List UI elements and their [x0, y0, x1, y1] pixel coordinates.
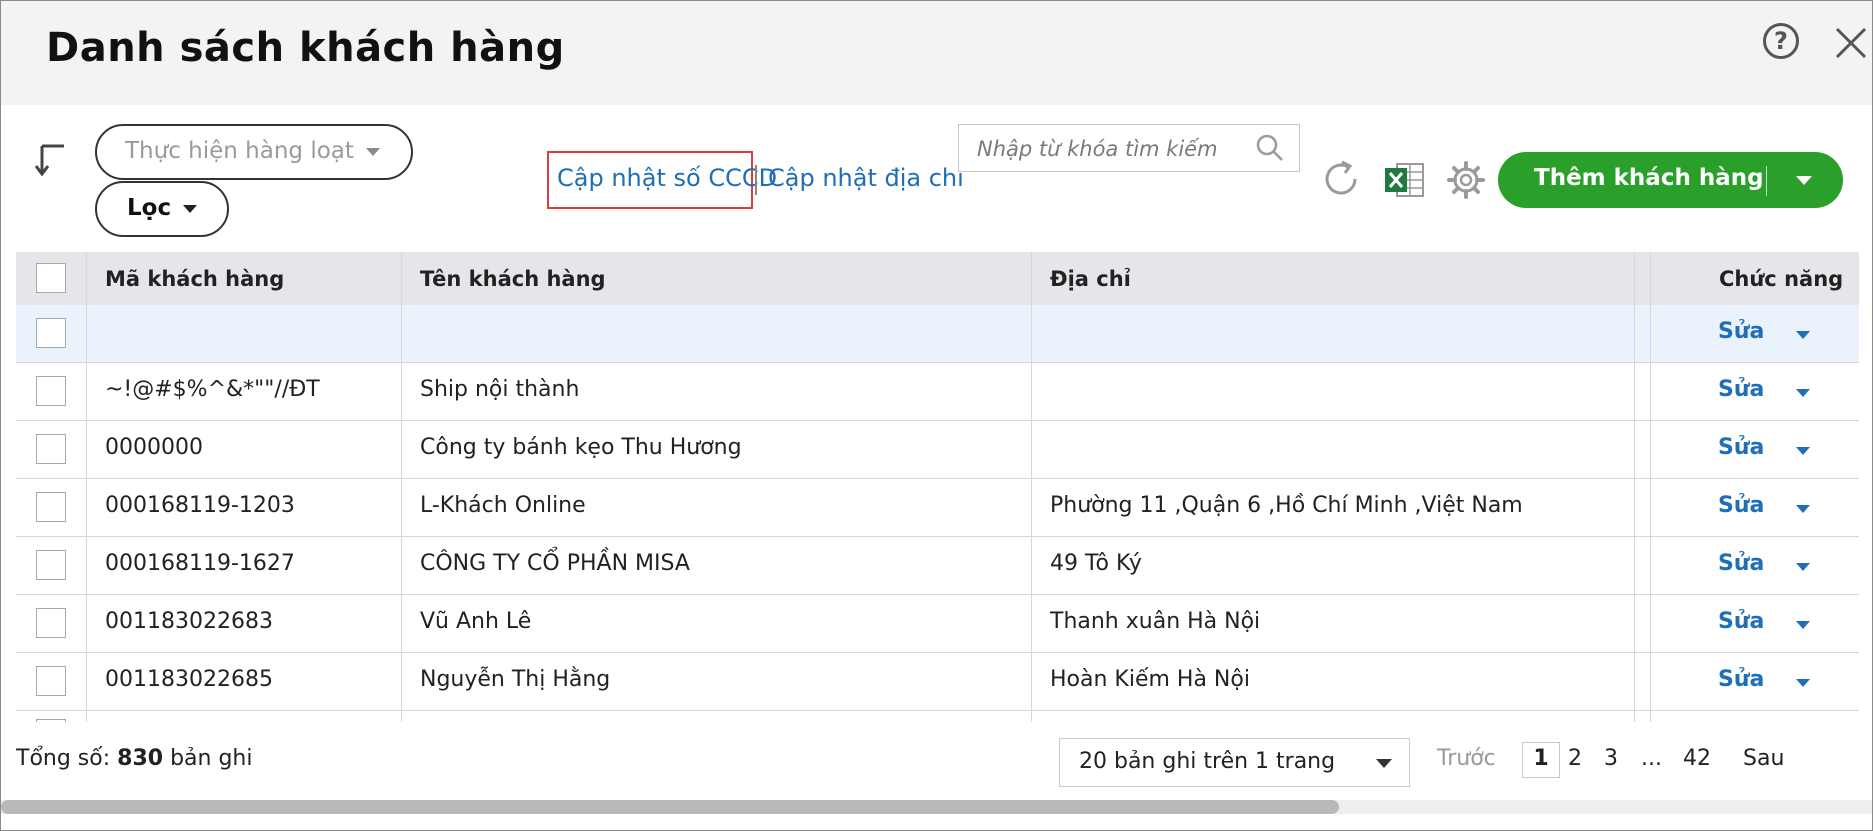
next-page-button[interactable]: Sau — [1743, 746, 1784, 771]
update-address-link[interactable]: Cập nhật địa chỉ — [768, 164, 964, 192]
filter-dropdown[interactable]: Lọc — [95, 181, 229, 237]
row-checkbox[interactable] — [36, 666, 66, 696]
button-divider — [1766, 166, 1767, 196]
cell-code: 001183022683 — [105, 609, 273, 634]
update-id-link[interactable]: Cập nhật số CCCD — [557, 164, 777, 192]
edit-button[interactable]: Sửa — [1718, 319, 1764, 344]
row-checkbox[interactable] — [36, 434, 66, 464]
page-size-select[interactable]: 20 bản ghi trên 1 trang — [1059, 738, 1410, 787]
bulk-action-label: Thực hiện hàng loạt — [125, 138, 354, 164]
table-row[interactable]: 001183022685 Nguyễn Thị Hằng Hoàn Kiếm H… — [16, 653, 1859, 711]
cell-name: Công ty bánh kẹo Thu Hương — [420, 435, 742, 460]
scrollbar-thumb[interactable] — [1, 800, 1339, 814]
cell-name: L-Khách Online — [420, 493, 586, 518]
chevron-down-icon — [183, 204, 198, 213]
close-icon[interactable] — [1831, 23, 1871, 63]
dialog-header: Danh sách khách hàng ? — [1, 1, 1872, 105]
row-checkbox[interactable] — [36, 550, 66, 580]
page-2-button[interactable]: 2 — [1568, 746, 1582, 771]
edit-button[interactable]: Sửa — [1718, 551, 1764, 576]
table-header: Mã khách hàng Tên khách hàng Địa chỉ Chứ… — [16, 252, 1859, 305]
cell-address: Phường 11 ,Quận 6 ,Hồ Chí Minh ,Việt Nam — [1050, 493, 1523, 518]
sort-arrow-icon[interactable] — [34, 140, 70, 182]
prev-page-button[interactable]: Trước — [1437, 746, 1496, 771]
cell-name: CÔNG TY CỔ PHẦN MISA — [420, 551, 690, 576]
cell-code: ~!@#$%^&*""//ĐT — [105, 377, 320, 402]
row-checkbox[interactable] — [36, 492, 66, 522]
chevron-down-icon[interactable] — [1796, 563, 1810, 571]
edit-button[interactable]: Sửa — [1718, 377, 1764, 402]
chevron-down-icon[interactable] — [1796, 621, 1810, 629]
excel-export-icon[interactable] — [1383, 160, 1425, 200]
page-1-button[interactable]: 1 — [1522, 742, 1560, 778]
cell-code: 000168119-1627 — [105, 551, 295, 576]
row-checkbox[interactable] — [36, 608, 66, 638]
refresh-icon[interactable] — [1320, 158, 1362, 200]
chevron-down-icon[interactable] — [1796, 389, 1810, 397]
total-prefix: Tổng số: — [16, 746, 118, 771]
page-42-button[interactable]: 42 — [1683, 746, 1711, 771]
column-divider — [1650, 252, 1651, 722]
edit-button[interactable]: Sửa — [1718, 435, 1764, 460]
column-header-name[interactable]: Tên khách hàng — [420, 267, 606, 291]
search-input[interactable] — [975, 133, 1249, 165]
row-checkbox[interactable] — [36, 719, 66, 722]
table-row-partial — [16, 711, 1859, 722]
cell-name: Vũ Anh Lê — [420, 609, 532, 634]
column-divider — [86, 252, 87, 722]
chevron-down-icon — [365, 147, 380, 156]
cell-address: Thanh xuân Hà Nội — [1050, 609, 1261, 634]
row-checkbox[interactable] — [36, 318, 66, 348]
gear-icon[interactable] — [1446, 160, 1486, 200]
customer-table: Mã khách hàng Tên khách hàng Địa chỉ Chứ… — [16, 252, 1859, 722]
add-customer-label: Thêm khách hàng — [1534, 165, 1764, 191]
page-title: Danh sách khách hàng — [46, 25, 565, 71]
select-all-checkbox[interactable] — [36, 263, 66, 293]
chevron-down-icon[interactable] — [1796, 447, 1810, 455]
help-icon[interactable]: ? — [1763, 23, 1799, 59]
cell-address: Hoàn Kiếm Hà Nội — [1050, 667, 1250, 692]
column-divider — [401, 252, 402, 722]
page-ellipsis: ... — [1641, 746, 1662, 771]
table-row[interactable]: 0000000 Công ty bánh kẹo Thu Hương Sửa — [16, 421, 1859, 479]
row-checkbox[interactable] — [36, 376, 66, 406]
column-divider — [1031, 252, 1032, 722]
search-icon[interactable] — [1255, 133, 1285, 163]
cell-code: 001183022685 — [105, 667, 273, 692]
bulk-action-dropdown[interactable]: Thực hiện hàng loạt — [95, 124, 413, 180]
column-header-actions: Chức năng — [1719, 267, 1844, 291]
page-size-label: 20 bản ghi trên 1 trang — [1079, 749, 1336, 774]
column-header-address[interactable]: Địa chỉ — [1050, 267, 1131, 291]
chevron-down-icon[interactable] — [1796, 505, 1810, 513]
cell-name: Nguyễn Thị Hằng — [420, 667, 611, 692]
edit-button[interactable]: Sửa — [1718, 667, 1764, 692]
edit-button[interactable]: Sửa — [1718, 493, 1764, 518]
column-divider — [1634, 252, 1635, 722]
table-row[interactable]: 000168119-1203 L-Khách Online Phường 11 … — [16, 479, 1859, 537]
cell-code: 000168119-1203 — [105, 493, 295, 518]
link-separator — [755, 165, 757, 195]
edit-button[interactable]: Sửa — [1718, 609, 1764, 634]
chevron-down-icon[interactable] — [1796, 679, 1810, 687]
cell-address: 49 Tô Ký — [1050, 551, 1142, 576]
add-customer-button[interactable]: Thêm khách hàng — [1498, 152, 1843, 208]
table-row[interactable]: Sửa — [16, 305, 1859, 363]
filter-label: Lọc — [127, 195, 172, 221]
table-row[interactable]: 001183022683 Vũ Anh Lê Thanh xuân Hà Nội… — [16, 595, 1859, 653]
table-row[interactable]: ~!@#$%^&*""//ĐT Ship nội thành Sửa — [16, 363, 1859, 421]
chevron-down-icon[interactable] — [1796, 176, 1812, 185]
page-3-button[interactable]: 3 — [1604, 746, 1618, 771]
table-row[interactable]: 000168119-1627 CÔNG TY CỔ PHẦN MISA 49 T… — [16, 537, 1859, 595]
total-count: 830 — [117, 746, 164, 771]
chevron-down-icon — [1376, 759, 1392, 768]
search-box — [958, 124, 1300, 172]
total-records: Tổng số: 830 bản ghi — [16, 746, 252, 771]
total-suffix: bản ghi — [163, 746, 253, 771]
cell-code: 0000000 — [105, 435, 203, 460]
column-header-code[interactable]: Mã khách hàng — [105, 267, 284, 291]
chevron-down-icon[interactable] — [1796, 331, 1810, 339]
cell-name: Ship nội thành — [420, 377, 580, 402]
